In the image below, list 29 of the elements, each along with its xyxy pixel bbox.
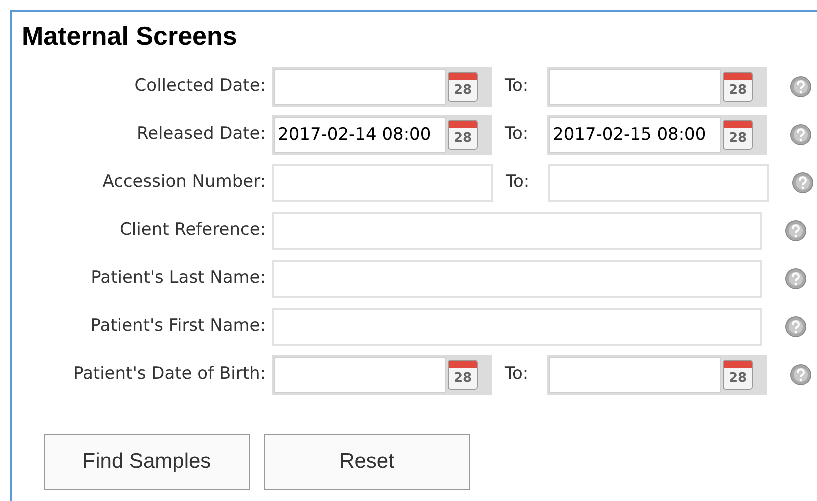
calendar-icon[interactable]: 28 bbox=[723, 120, 753, 150]
date-field[interactable]: 2017-02-14 08:00 bbox=[274, 117, 446, 153]
date-field[interactable]: 2017-02-15 08:00 bbox=[549, 117, 721, 153]
help-icon[interactable] bbox=[785, 316, 807, 338]
calendar-icon[interactable]: 28 bbox=[448, 120, 478, 150]
calendar-icon[interactable]: 28 bbox=[723, 72, 753, 102]
form-button[interactable]: Find Samples bbox=[44, 434, 250, 490]
to-label: To: bbox=[506, 171, 531, 194]
to-label: To: bbox=[505, 123, 530, 146]
calendar-icon[interactable]: 28 bbox=[723, 360, 753, 390]
field-label: Patient's Last Name: bbox=[91, 267, 266, 290]
help-icon[interactable] bbox=[785, 268, 807, 290]
form-button[interactable]: Reset bbox=[264, 434, 470, 490]
calendar-icon[interactable]: 28 bbox=[448, 72, 478, 102]
field-label: Patient's Date of Birth: bbox=[74, 363, 266, 386]
help-icon[interactable] bbox=[790, 364, 812, 386]
field-label: Client Reference: bbox=[120, 219, 266, 242]
to-label: To: bbox=[505, 363, 530, 386]
help-icon[interactable] bbox=[792, 172, 814, 194]
field-label: Collected Date: bbox=[134, 75, 266, 98]
field-label: Accession Number: bbox=[102, 171, 266, 194]
help-icon[interactable] bbox=[790, 76, 812, 98]
help-icon[interactable] bbox=[785, 220, 807, 242]
field-label: Released Date: bbox=[137, 123, 266, 146]
calendar-icon[interactable]: 28 bbox=[448, 360, 478, 390]
help-icon[interactable] bbox=[790, 124, 812, 146]
panel-title: Maternal Screens bbox=[22, 20, 238, 53]
to-label: To: bbox=[505, 75, 530, 98]
field-label: Patient's First Name: bbox=[90, 315, 266, 338]
